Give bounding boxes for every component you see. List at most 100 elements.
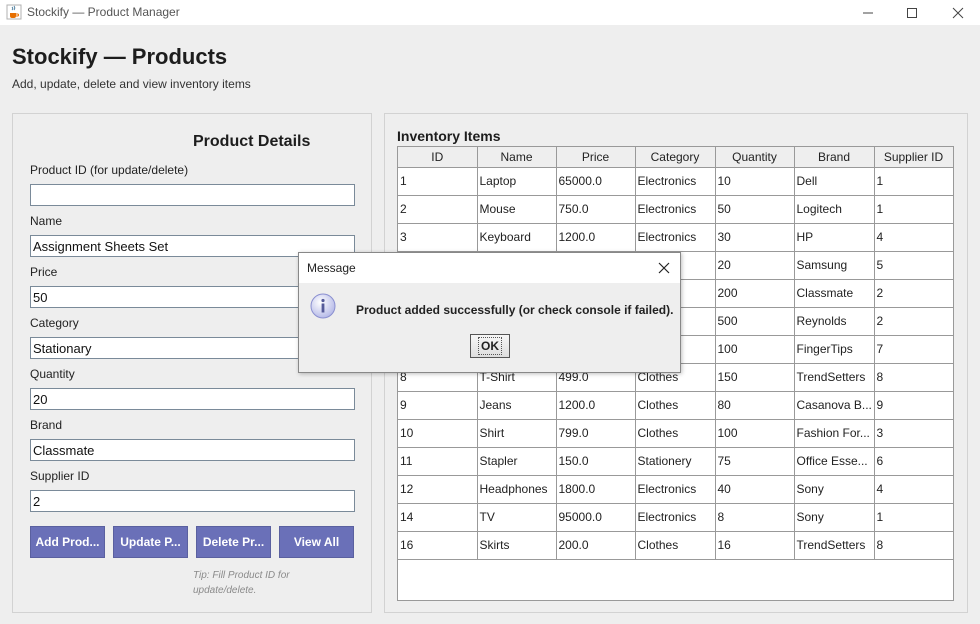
cell-quantity[interactable]: 150 [715,363,795,392]
cell-name[interactable]: Keyboard [477,223,557,252]
cell-category[interactable]: Electronics [635,223,716,252]
cell-id[interactable]: 14 [398,503,478,532]
cell-name[interactable]: Headphones [477,475,557,504]
cell-category[interactable]: Electronics [635,167,716,196]
cell-price[interactable]: 150.0 [556,447,636,476]
cell-id[interactable]: 2 [398,195,478,224]
cell-name[interactable]: Shirt [477,419,557,448]
cell-name[interactable]: Jeans [477,391,557,420]
column-header-name[interactable]: Name [477,147,557,168]
ok-button[interactable]: OK [470,334,510,358]
cell-quantity[interactable]: 100 [715,419,795,448]
cell-id[interactable]: 9 [398,391,478,420]
table-row[interactable]: 9 Jeans 1200.0 Clothes 80 Casanova B... 9 [398,391,953,420]
cell-brand[interactable]: HP [794,223,875,252]
column-header-brand[interactable]: Brand [794,147,875,168]
inventory-table-container[interactable]: ID Name Price Category Quantity Brand Su… [397,146,954,601]
cell-price[interactable]: 200.0 [556,531,636,560]
cell-category[interactable]: Electronics [635,503,716,532]
supplier-id-field[interactable]: 2 [30,490,355,512]
table-row[interactable]: 14 TV 95000.0 Electronics 8 Sony 1 [398,503,953,532]
dialog-close-button[interactable] [654,258,674,278]
cell-category[interactable]: Stationery [635,447,716,476]
cell-supplier-id[interactable]: 1 [874,167,953,196]
product-id-field[interactable] [30,184,355,206]
cell-quantity[interactable]: 8 [715,503,795,532]
cell-category[interactable]: Clothes [635,531,716,560]
cell-brand[interactable]: Reynolds [794,307,875,336]
column-header-id[interactable]: ID [398,147,478,168]
cell-price[interactable]: 750.0 [556,195,636,224]
cell-name[interactable]: TV [477,503,557,532]
cell-name[interactable]: Stapler [477,447,557,476]
cell-brand[interactable]: Logitech [794,195,875,224]
cell-supplier-id[interactable]: 7 [874,335,953,364]
table-row[interactable]: 2 Mouse 750.0 Electronics 50 Logitech 1 [398,195,953,224]
cell-supplier-id[interactable]: 8 [874,531,953,560]
cell-id[interactable]: 12 [398,475,478,504]
cell-brand[interactable]: Fashion For... [794,419,875,448]
table-row[interactable]: 3 Keyboard 1200.0 Electronics 30 HP 4 [398,223,953,252]
cell-brand[interactable]: TrendSetters [794,531,875,560]
cell-id[interactable]: 11 [398,447,478,476]
cell-quantity[interactable]: 80 [715,391,795,420]
cell-supplier-id[interactable]: 8 [874,363,953,392]
cell-brand[interactable]: Classmate [794,279,875,308]
column-header-price[interactable]: Price [556,147,636,168]
cell-supplier-id[interactable]: 4 [874,223,953,252]
column-header-supplier-id[interactable]: Supplier ID [874,147,953,168]
cell-brand[interactable]: Dell [794,167,875,196]
cell-category[interactable]: Electronics [635,195,716,224]
view-all-button[interactable]: View All [279,526,354,558]
cell-price[interactable]: 1800.0 [556,475,636,504]
dialog-titlebar[interactable]: Message [299,253,680,283]
cell-name[interactable]: Mouse [477,195,557,224]
column-header-category[interactable]: Category [635,147,716,168]
cell-supplier-id[interactable]: 2 [874,307,953,336]
cell-quantity[interactable]: 50 [715,195,795,224]
cell-name[interactable]: Laptop [477,167,557,196]
cell-name[interactable]: Skirts [477,531,557,560]
cell-brand[interactable]: Sony [794,503,875,532]
maximize-button[interactable] [890,0,934,25]
table-row[interactable]: 10 Shirt 799.0 Clothes 100 Fashion For... 3 [398,419,953,448]
table-row[interactable]: 12 Headphones 1800.0 Electronics 40 Sony 4 [398,475,953,504]
table-row[interactable]: 11 Stapler 150.0 Stationery 75 Office Esse...… [398,447,953,476]
cell-supplier-id[interactable]: 1 [874,195,953,224]
cell-id[interactable]: 16 [398,531,478,560]
cell-category[interactable]: Clothes [635,419,716,448]
cell-brand[interactable]: Casanova B... [794,391,875,420]
cell-quantity[interactable]: 10 [715,167,795,196]
cell-id[interactable]: 3 [398,223,478,252]
cell-price[interactable]: 65000.0 [556,167,636,196]
table-row[interactable]: 16 Skirts 200.0 Clothes 16 TrendSetters 8 [398,531,953,560]
add-product-button[interactable]: Add Prod... [30,526,105,558]
cell-brand[interactable]: Office Esse... [794,447,875,476]
cell-price[interactable]: 95000.0 [556,503,636,532]
cell-brand[interactable]: TrendSetters [794,363,875,392]
cell-supplier-id[interactable]: 1 [874,503,953,532]
cell-price[interactable]: 1200.0 [556,391,636,420]
cell-category[interactable]: Electronics [635,475,716,504]
delete-product-button[interactable]: Delete Pr... [196,526,271,558]
cell-id[interactable]: 10 [398,419,478,448]
cell-brand[interactable]: Sony [794,475,875,504]
cell-brand[interactable]: FingerTips [794,335,875,364]
cell-category[interactable]: Clothes [635,391,716,420]
cell-quantity[interactable]: 20 [715,251,795,280]
column-header-quantity[interactable]: Quantity [715,147,795,168]
cell-quantity[interactable]: 30 [715,223,795,252]
cell-brand[interactable]: Samsung [794,251,875,280]
cell-quantity[interactable]: 500 [715,307,795,336]
cell-price[interactable]: 1200.0 [556,223,636,252]
cell-quantity[interactable]: 100 [715,335,795,364]
cell-supplier-id[interactable]: 4 [874,475,953,504]
cell-quantity[interactable]: 16 [715,531,795,560]
update-product-button[interactable]: Update P... [113,526,188,558]
cell-quantity[interactable]: 40 [715,475,795,504]
window-titlebar[interactable]: Stockify — Product Manager [0,0,980,25]
cell-quantity[interactable]: 200 [715,279,795,308]
cell-id[interactable]: 1 [398,167,478,196]
quantity-field[interactable]: 20 [30,388,355,410]
cell-supplier-id[interactable]: 6 [874,447,953,476]
